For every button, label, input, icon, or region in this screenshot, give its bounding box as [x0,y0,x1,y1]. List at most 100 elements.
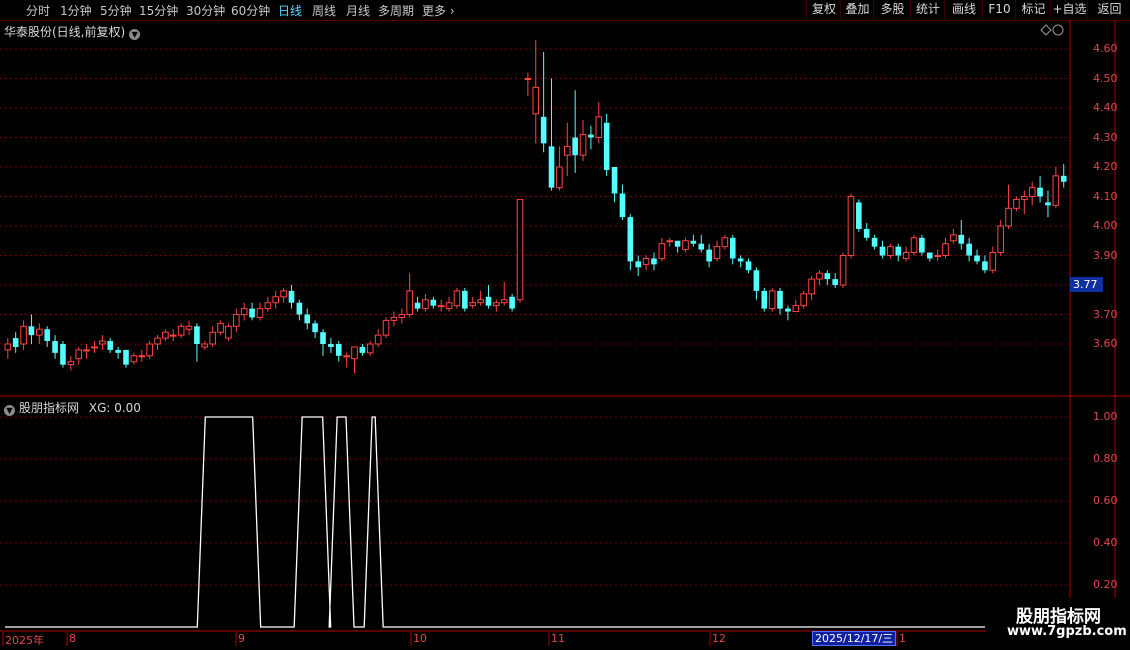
candle [169,329,177,342]
tab-4[interactable]: 30分钟 [186,2,225,19]
tab-3[interactable]: 15分钟 [139,2,178,19]
tab-9[interactable]: 多周期 [378,2,414,19]
candle [374,329,382,347]
tab-6[interactable]: 日线 [278,2,302,19]
candle [808,276,815,300]
tab-8[interactable]: 月线 [346,2,370,19]
toolbar-button-6[interactable]: 标记 [1015,0,1051,19]
candle [162,329,169,342]
candle [942,237,949,259]
date-label: 10 [413,632,427,645]
candle [768,287,776,312]
candle [296,299,303,321]
candle [997,220,1004,256]
toolbar-button-7[interactable]: +自选 [1050,0,1088,19]
tab-0[interactable]: 分时 [26,2,50,19]
candle [233,308,240,333]
candle [595,102,603,144]
toolbar-button-5[interactable]: F10 [982,0,1016,19]
candle [588,125,594,150]
toolbar-button-2[interactable]: 多股 [873,0,911,19]
candle [863,223,870,241]
candle [563,122,571,176]
watermark-url: www.7gpzb.com [1007,624,1127,639]
candle [20,320,27,350]
date-label: 12 [712,632,726,645]
date-label: 1 [899,632,906,645]
candle [288,285,295,309]
candle [406,273,413,318]
price-label: 3.90 [1093,248,1118,262]
tab-2[interactable]: 5分钟 [100,2,132,19]
candle [351,346,358,374]
date-label: 2025年 [5,634,44,647]
price-label: 3.70 [1093,307,1118,321]
candle [556,146,563,191]
xg-indicator-line [5,416,985,628]
candle [469,296,477,309]
candlestick-chart[interactable] [0,0,1130,650]
candle [185,320,193,336]
candle [335,341,342,362]
candle [540,51,547,153]
candle [974,249,980,265]
candle [12,332,19,353]
indicator-title: ▼ 股朋指标网 XG: 0.00 [4,399,141,416]
tab-5[interactable]: 60分钟 [231,2,270,19]
candle [430,296,437,309]
toolbar-button-3[interactable]: 统计 [910,0,945,19]
indicator-label: 1.00 [1093,410,1118,423]
candle [603,113,610,176]
candle [154,335,161,350]
candle [910,234,918,256]
candle [832,273,838,288]
candle [123,349,129,368]
candle [280,287,287,303]
candle [745,258,752,274]
candle [532,40,540,144]
candle [753,267,760,300]
candle [225,323,232,342]
toolbar-button-1[interactable]: 叠加 [840,0,874,19]
candle [445,296,453,312]
candle [99,335,106,350]
candle [209,326,216,347]
candle [579,119,587,162]
candle [366,341,374,356]
chevron-down-icon[interactable]: ▼ [129,29,141,40]
candle [1021,190,1028,215]
candle [83,344,90,359]
price-label: 4.40 [1093,101,1118,114]
candle [682,237,689,253]
candle [312,320,318,339]
toolbar-button-8[interactable]: 返回 [1087,0,1130,19]
candle [658,237,666,262]
current-price-badge: 3.77 [1070,277,1103,292]
price-label: 4.10 [1093,189,1118,203]
candle [60,341,66,368]
tab-10[interactable]: 更多 › [422,2,455,19]
candle [477,290,484,306]
candle [919,234,925,256]
price-label: 4.60 [1093,42,1118,55]
candle [1052,167,1060,209]
candle [390,311,398,327]
candle [611,167,618,203]
indicator-label: 0.80 [1093,452,1118,465]
chevron-down-icon[interactable]: ▼ [4,405,15,416]
candle [201,341,209,350]
candle [1028,181,1036,206]
toolbar-button-4[interactable]: 画线 [944,0,983,19]
candle [453,287,461,309]
candle [320,329,326,356]
candle [256,302,264,321]
toolbar-button-0[interactable]: 复权 [806,0,841,19]
candle [572,90,578,173]
candle [1013,196,1020,212]
candle [485,285,492,309]
candle [272,290,280,309]
candle [115,346,121,359]
candle [548,78,555,191]
tab-7[interactable]: 周线 [312,2,336,19]
tab-1[interactable]: 1分钟 [60,2,92,19]
